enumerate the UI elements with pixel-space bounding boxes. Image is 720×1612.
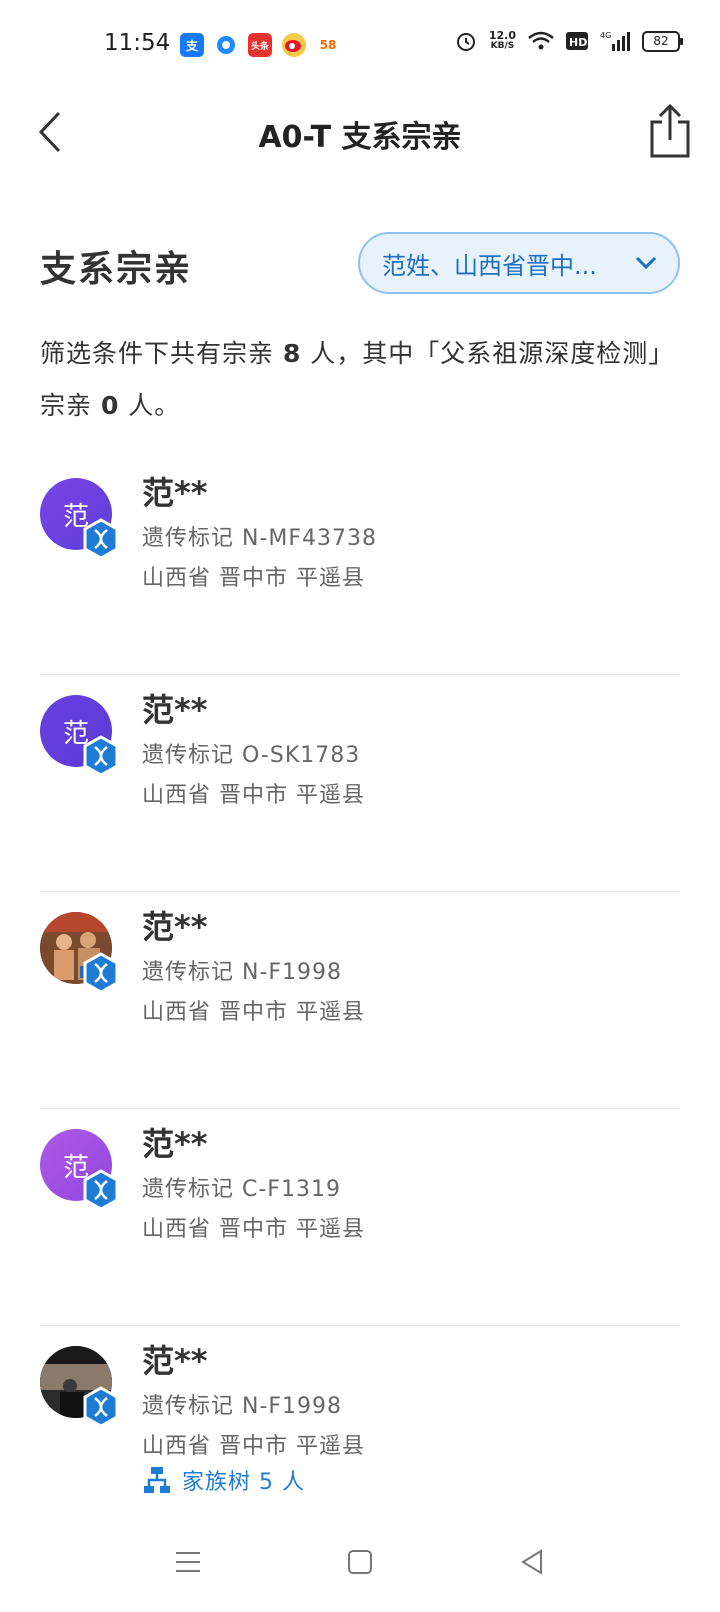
- relative-name: 范**: [142, 474, 208, 512]
- list-item[interactable]: 范 范** 遗传标记 C-F1319 山西省 晋中市 平遥县: [40, 1109, 680, 1326]
- section-header: 支系宗亲 范姓、山西省晋中...: [40, 228, 680, 298]
- relative-name: 范**: [142, 1125, 208, 1163]
- section-title: 支系宗亲: [40, 249, 193, 290]
- genetic-marker: 遗传标记 C-F1319: [142, 1177, 341, 1202]
- relative-name: 范**: [142, 908, 208, 946]
- avatar: [40, 912, 120, 1002]
- avatar: 范: [40, 478, 120, 568]
- summary-text: 筛选条件下共有宗亲 8 人，其中「父系祖源深度检测」宗亲 0 人。: [40, 339, 675, 420]
- square-icon: [348, 1550, 372, 1574]
- chevron-down-icon: [626, 256, 666, 270]
- filter-label: 范姓、山西省晋中...: [382, 251, 597, 280]
- status-right: 12.0 KB/S HD 4G 82: [455, 29, 683, 52]
- total-count: 8: [282, 339, 302, 368]
- dna-badge-icon: [83, 952, 119, 994]
- triangle-back-icon: [521, 1549, 542, 1575]
- list-item[interactable]: 范 范** 遗传标记 N-MF43738 山西省 晋中市 平遥县: [40, 458, 680, 675]
- genetic-marker: 遗传标记 N-F1998: [142, 1394, 343, 1419]
- dna-badge-icon: [83, 1169, 119, 1211]
- genetic-marker: 遗传标记 N-F1998: [142, 960, 343, 985]
- relative-name: 范**: [142, 691, 208, 729]
- relative-location: 山西省 晋中市 平遥县: [142, 1000, 365, 1025]
- avatar: 范: [40, 695, 120, 785]
- wifi-icon: [528, 31, 554, 50]
- signal-icon: 4G: [600, 31, 630, 51]
- relatives-list: 范 范** 遗传标记 N-MF43738 山西省 晋中市 平遥县 范 范** 遗…: [40, 458, 680, 1536]
- list-item[interactable]: 范 范** 遗传标记 O-SK1783 山西省 晋中市 平遥县: [40, 675, 680, 892]
- network-speed: 12.0 KB/S: [488, 29, 516, 51]
- relative-name: 范**: [142, 1342, 208, 1380]
- system-nav-bar: [0, 1512, 720, 1612]
- back-key[interactable]: [512, 1542, 552, 1582]
- app-circle-icon: [214, 33, 238, 57]
- list-item[interactable]: 范** 遗传标记 N-F1998 山西省 晋中市 平遥县: [40, 892, 680, 1109]
- family-tree-link[interactable]: 家族树 5 人: [142, 1464, 305, 1496]
- menu-key[interactable]: [168, 1542, 208, 1582]
- weibo-icon: [282, 33, 306, 57]
- svg-text:HD: HD: [569, 36, 587, 49]
- alarm-icon: [456, 33, 475, 51]
- avatar: [40, 1346, 120, 1436]
- relative-location: 山西省 晋中市 平遥县: [142, 783, 365, 808]
- genetic-marker: 遗传标记 N-MF43738: [142, 526, 378, 551]
- share-icon: [650, 103, 690, 158]
- avatar: 范: [40, 1129, 120, 1219]
- dna-badge-icon: [83, 1386, 119, 1428]
- share-button[interactable]: [648, 102, 692, 160]
- dna-badge-icon: [83, 735, 119, 777]
- battery-indicator: 82: [642, 30, 683, 52]
- family-tree-icon: [144, 1467, 170, 1493]
- nav-bar: A0-T 支系宗亲: [0, 92, 720, 172]
- genetic-marker: 遗传标记 O-SK1783: [142, 743, 361, 768]
- filter-dropdown[interactable]: 范姓、山西省晋中...: [358, 232, 680, 294]
- alipay-icon: 支: [180, 33, 204, 57]
- relative-location: 山西省 晋中市 平遥县: [142, 566, 365, 591]
- page-title: A0-T 支系宗亲: [258, 120, 462, 155]
- status-bar: 11:54 支 头条 58 12.0 KB/S HD 4G 82: [0, 0, 720, 92]
- status-time: 11:54: [104, 30, 171, 56]
- list-item[interactable]: 范** 遗传标记 N-F1998 山西省 晋中市 平遥县 家族树 5 人: [40, 1326, 680, 1536]
- svg-text:4G: 4G: [600, 31, 611, 40]
- 58-icon: 58: [316, 33, 340, 57]
- menu-icon: [176, 1552, 200, 1572]
- dna-badge-icon: [83, 518, 119, 560]
- toutiao-icon: 头条: [248, 33, 272, 57]
- relative-location: 山西省 晋中市 平遥县: [142, 1217, 365, 1242]
- home-key[interactable]: [340, 1542, 380, 1582]
- relative-location: 山西省 晋中市 平遥县: [142, 1434, 365, 1459]
- family-tree-label: 家族树 5 人: [182, 1470, 305, 1495]
- deep-count: 0: [100, 391, 120, 420]
- hd-icon: HD: [566, 32, 588, 50]
